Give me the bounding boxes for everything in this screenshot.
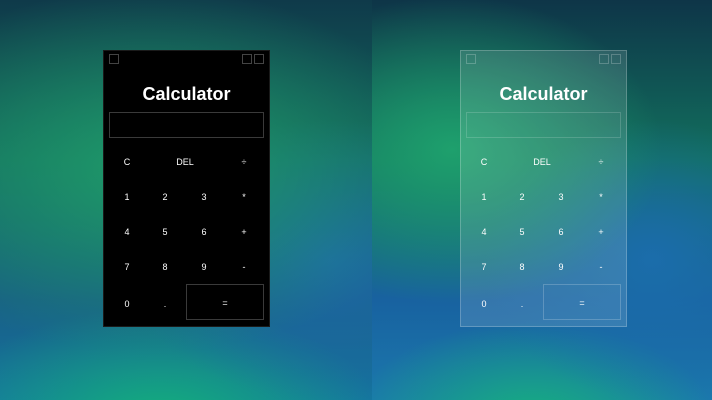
digit-8-button[interactable]: 8 xyxy=(503,257,541,277)
add-button[interactable]: + xyxy=(582,222,620,242)
clear-button[interactable]: C xyxy=(465,152,503,172)
digit-5-button[interactable]: 5 xyxy=(503,222,541,242)
equals-button[interactable]: = xyxy=(186,284,264,320)
equals-button[interactable]: = xyxy=(543,284,621,320)
window-control-square-icon[interactable] xyxy=(109,54,119,64)
subtract-button[interactable]: - xyxy=(225,257,263,277)
right-background: Calculator C DEL ÷ 1 2 3 * 4 5 6 + 7 8 9… xyxy=(372,0,712,400)
digit-3-button[interactable]: 3 xyxy=(542,187,580,207)
divide-button[interactable]: ÷ xyxy=(225,152,263,172)
decimal-button[interactable]: . xyxy=(503,294,541,314)
window-control-square-icon[interactable] xyxy=(242,54,252,64)
decimal-button[interactable]: . xyxy=(146,294,184,314)
digit-6-button[interactable]: 6 xyxy=(185,222,223,242)
window-control-square-icon[interactable] xyxy=(254,54,264,64)
clear-button[interactable]: C xyxy=(108,152,146,172)
digit-0-button[interactable]: 0 xyxy=(465,294,503,314)
digit-7-button[interactable]: 7 xyxy=(465,257,503,277)
digit-0-button[interactable]: 0 xyxy=(108,294,146,314)
add-button[interactable]: + xyxy=(225,222,263,242)
window-control-square-icon[interactable] xyxy=(611,54,621,64)
left-background: Calculator C DEL ÷ 1 2 3 * 4 5 6 + 7 8 9… xyxy=(0,0,372,400)
digit-2-button[interactable]: 2 xyxy=(503,187,541,207)
calculator-title: Calculator xyxy=(499,84,588,104)
calculator-dark: Calculator C DEL ÷ 1 2 3 * 4 5 6 + 7 8 9… xyxy=(103,50,270,327)
multiply-button[interactable]: * xyxy=(582,187,620,207)
digit-5-button[interactable]: 5 xyxy=(146,222,184,242)
calculator-display xyxy=(109,112,264,138)
digit-7-button[interactable]: 7 xyxy=(108,257,146,277)
window-control-square-icon[interactable] xyxy=(599,54,609,64)
digit-9-button[interactable]: 9 xyxy=(185,257,223,277)
calculator-glass: Calculator C DEL ÷ 1 2 3 * 4 5 6 + 7 8 9… xyxy=(460,50,627,327)
digit-9-button[interactable]: 9 xyxy=(542,257,580,277)
digit-1-button[interactable]: 1 xyxy=(108,187,146,207)
digit-1-button[interactable]: 1 xyxy=(465,187,503,207)
delete-button[interactable]: DEL xyxy=(523,152,561,172)
delete-button[interactable]: DEL xyxy=(166,152,204,172)
digit-4-button[interactable]: 4 xyxy=(108,222,146,242)
subtract-button[interactable]: - xyxy=(582,257,620,277)
divide-button[interactable]: ÷ xyxy=(582,152,620,172)
calculator-display xyxy=(466,112,621,138)
digit-6-button[interactable]: 6 xyxy=(542,222,580,242)
digit-4-button[interactable]: 4 xyxy=(465,222,503,242)
digit-8-button[interactable]: 8 xyxy=(146,257,184,277)
digit-2-button[interactable]: 2 xyxy=(146,187,184,207)
calculator-title: Calculator xyxy=(142,84,231,104)
digit-3-button[interactable]: 3 xyxy=(185,187,223,207)
window-control-square-icon[interactable] xyxy=(466,54,476,64)
multiply-button[interactable]: * xyxy=(225,187,263,207)
